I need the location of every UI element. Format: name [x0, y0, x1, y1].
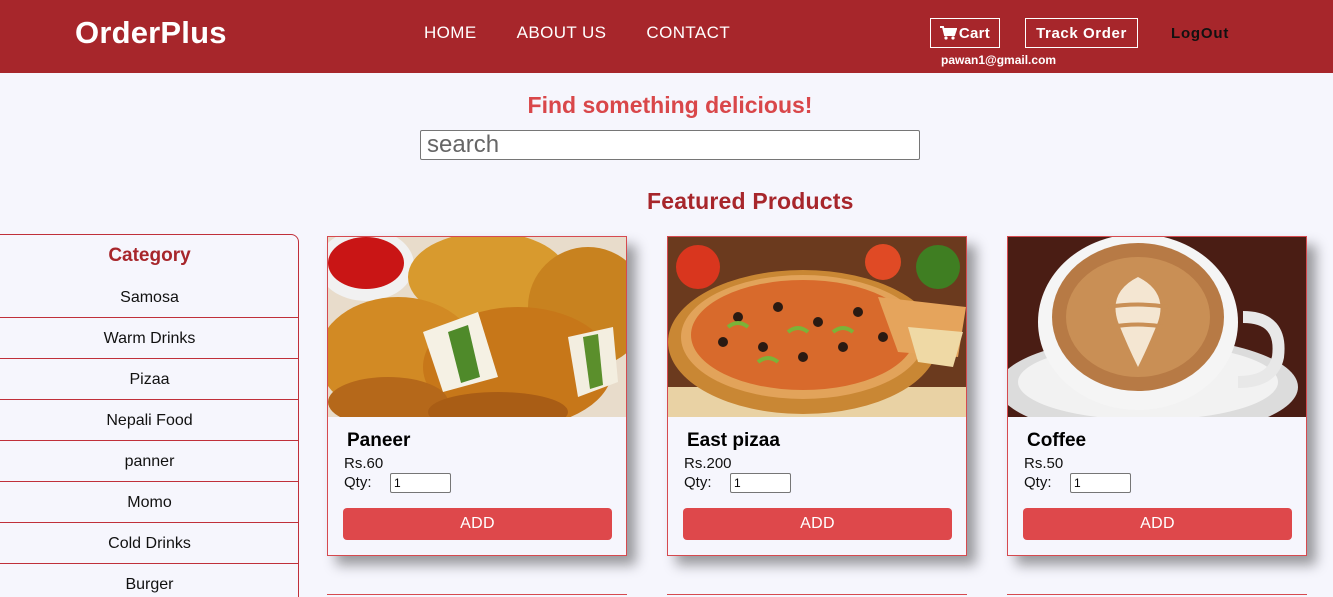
- category-item-momo[interactable]: Momo: [0, 482, 298, 523]
- nav-about-link[interactable]: ABOUT US: [517, 23, 607, 43]
- qty-label: Qty:: [344, 474, 372, 491]
- cart-label: Cart: [958, 24, 991, 42]
- search-input[interactable]: [420, 130, 920, 160]
- featured-products-title: Featured Products: [647, 188, 854, 214]
- category-sidebar: Category Samosa Warm Drinks Pizaa Nepali…: [0, 234, 299, 597]
- product-name: East pizaa: [687, 430, 780, 451]
- product-card-east-pizaa: East pizaa Rs.200 Qty: ADD: [667, 236, 967, 556]
- user-email: pawan1@gmail.com: [941, 53, 1057, 67]
- product-name: Coffee: [1027, 430, 1087, 451]
- product-card-paneer: Paneer Rs.60 Qty: ADD: [327, 236, 627, 556]
- add-to-cart-button[interactable]: ADD: [1023, 508, 1292, 540]
- nav-home-link[interactable]: HOME: [424, 23, 477, 43]
- cart-button[interactable]: Cart: [930, 18, 1000, 48]
- add-to-cart-button[interactable]: ADD: [683, 508, 952, 540]
- top-navbar: OrderPlus HOME ABOUT US CONTACT Cart Tra…: [0, 0, 1333, 73]
- qty-label: Qty:: [684, 474, 712, 491]
- category-title: Category: [108, 245, 191, 266]
- category-item-pizaa[interactable]: Pizaa: [0, 359, 298, 400]
- quantity-input[interactable]: [730, 473, 791, 493]
- product-image: [328, 237, 626, 417]
- product-card-coffee: Coffee Rs.50 Qty: ADD: [1007, 236, 1307, 556]
- category-item-nepali-food[interactable]: Nepali Food: [0, 400, 298, 441]
- category-item-samosa[interactable]: Samosa: [0, 277, 298, 318]
- qty-label: Qty:: [1024, 474, 1052, 491]
- logout-link[interactable]: LogOut: [1171, 25, 1229, 42]
- main-nav: HOME ABOUT US CONTACT: [424, 23, 770, 43]
- brand-logo[interactable]: OrderPlus: [75, 15, 227, 51]
- track-order-button[interactable]: Track Order: [1025, 18, 1138, 48]
- category-item-cold-drinks[interactable]: Cold Drinks: [0, 523, 298, 564]
- product-name: Paneer: [347, 430, 411, 451]
- search-headline: Find something delicious!: [527, 92, 813, 118]
- product-price: Rs.60: [344, 455, 384, 472]
- quantity-input[interactable]: [390, 473, 451, 493]
- nav-contact-link[interactable]: CONTACT: [646, 23, 730, 43]
- category-item-warm-drinks[interactable]: Warm Drinks: [0, 318, 298, 359]
- product-image: [668, 237, 966, 417]
- category-item-burger[interactable]: Burger: [0, 564, 298, 597]
- category-item-panner[interactable]: panner: [0, 441, 298, 482]
- product-price: Rs.50: [1024, 455, 1064, 472]
- cart-icon: [939, 26, 957, 40]
- product-price: Rs.200: [684, 455, 732, 472]
- quantity-input[interactable]: [1070, 473, 1131, 493]
- add-to-cart-button[interactable]: ADD: [343, 508, 612, 540]
- product-image: [1008, 237, 1306, 417]
